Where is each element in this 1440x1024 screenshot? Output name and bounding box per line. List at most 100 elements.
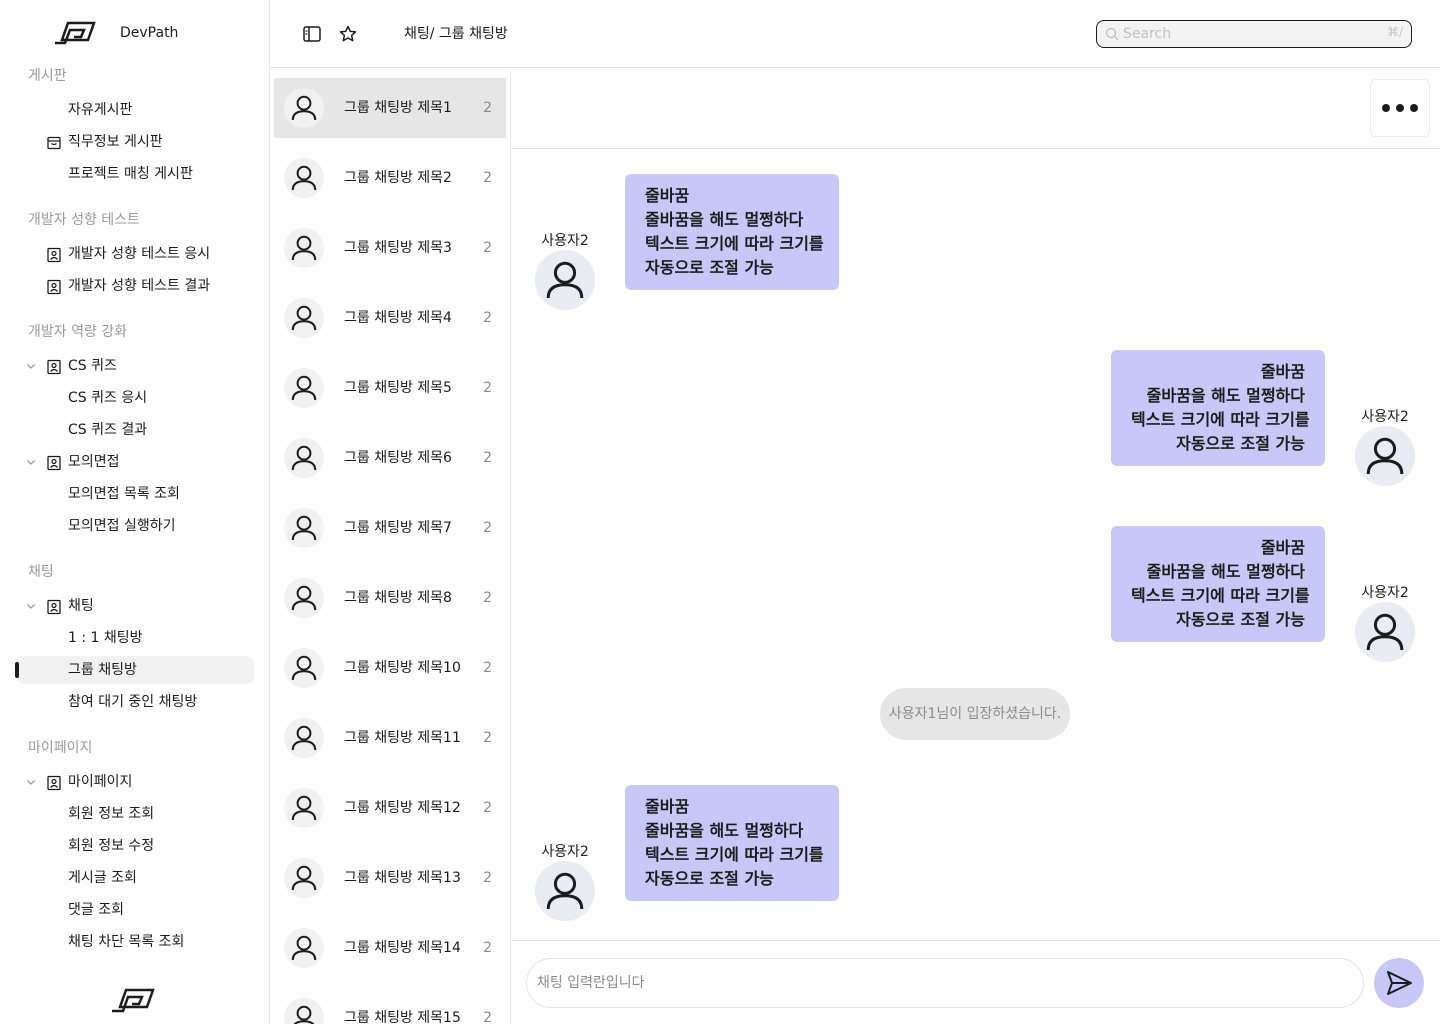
sidebar-item[interactable]: 게시글 조회 (0, 864, 269, 892)
avatar (284, 928, 324, 968)
sidebar-item[interactable]: 개발자 성향 테스트 응시 (0, 240, 269, 268)
avatar (1355, 602, 1415, 662)
avatar (535, 250, 595, 310)
breadcrumb: 채팅/ 그룹 채팅방 (404, 26, 508, 42)
user-icon (291, 375, 317, 401)
message-line: 텍스트 크기에 따라 크기를 (1131, 410, 1310, 429)
nav-section: 마이페이지 마이페이지 회원 정보 조회 회원 정보 수정 게시글 조회 댓글 조회 채팅 … (0, 736, 269, 956)
sidebar-item[interactable]: 1 : 1 채팅방 (0, 624, 269, 652)
sidebar-item-label: 게시글 조회 (68, 870, 137, 886)
avatar (284, 788, 324, 828)
sidebar-item[interactable]: 회원 정보 수정 (0, 832, 269, 860)
nav-section: 개발자 성향 테스트 개발자 성향 테스트 응시 개발자 성향 테스트 결과 (0, 208, 269, 300)
chat-room-name: 그룹 채팅방 제목10 (344, 660, 461, 676)
message-line: 자동으로 조절 가능 (1176, 434, 1305, 453)
sidebar-item-label: 회원 정보 수정 (68, 838, 155, 854)
chat-room-item[interactable]: 그룹 채팅방 제목14 2 (274, 918, 506, 978)
chat-room-item[interactable]: 그룹 채팅방 제목1 2 (274, 78, 506, 138)
chat-room-member-count: 2 (483, 660, 492, 676)
chat-room-item[interactable]: 그룹 채팅방 제목2 2 (274, 148, 506, 208)
chat-room-item[interactable]: 그룹 채팅방 제목5 2 (274, 358, 506, 418)
sidebar-item[interactable]: CS 퀴즈 결과 (0, 416, 269, 444)
message-line: 자동으로 조절 가능 (645, 258, 774, 277)
sidebar-item-label: 개발자 성향 테스트 결과 (68, 278, 211, 294)
chat-room-member-count: 2 (483, 310, 492, 326)
sidebar-item[interactable]: 채팅 (0, 592, 269, 620)
chat-room-name: 그룹 채팅방 제목12 (344, 800, 461, 816)
chat-room-item[interactable]: 그룹 채팅방 제목8 2 (274, 568, 506, 628)
chat-room-item[interactable]: 그룹 채팅방 제목3 2 (274, 218, 506, 278)
system-message: 사용자1님이 입장하셨습니다. (880, 688, 1070, 740)
sidebar-item[interactable]: CS 퀴즈 응시 (0, 384, 269, 412)
user-icon (291, 305, 317, 331)
chat-room-name: 그룹 채팅방 제목2 (344, 170, 452, 186)
badge-icon (47, 247, 61, 263)
chat-room-item[interactable]: 그룹 채팅방 제목12 2 (274, 778, 506, 838)
chat-room-item[interactable]: 그룹 채팅방 제목11 2 (274, 708, 506, 768)
chat-room-item[interactable]: 그룹 채팅방 제목6 2 (274, 428, 506, 488)
avatar (284, 578, 324, 618)
user-icon (1366, 437, 1404, 475)
search-box[interactable]: ⌘/ (1096, 20, 1412, 48)
sidebar-item[interactable]: 모의면접 (0, 448, 269, 476)
badge-icon (47, 359, 61, 375)
sidebar-item[interactable]: 채팅 차단 목록 조회 (0, 928, 269, 956)
more-options-button[interactable] (1370, 79, 1430, 137)
message-line: 자동으로 조절 가능 (1176, 610, 1305, 629)
chat-room-name: 그룹 채팅방 제목7 (344, 520, 452, 536)
chat-room-member-count: 2 (483, 100, 492, 116)
message-bubble: 줄바꿈 줄바꿈을 해도 멀쩡하다 텍스트 크기에 따라 크기를 자동으로 조절 가능 (625, 174, 839, 290)
chat-room-item[interactable]: 그룹 채팅방 제목4 2 (274, 288, 506, 348)
chat-room-name: 그룹 채팅방 제목5 (344, 380, 452, 396)
nav-section: 게시판 자유게시판 직무정보 게시판 프로젝트 매칭 게시판 (0, 64, 269, 188)
sidebar-item[interactable]: CS 퀴즈 (0, 352, 269, 380)
send-button[interactable] (1374, 958, 1424, 1008)
chat-room-name: 그룹 채팅방 제목6 (344, 450, 452, 466)
sidebar-item[interactable]: 그룹 채팅방 (15, 656, 254, 684)
chat-room-member-count: 2 (483, 240, 492, 256)
sidebar-item-label: 채팅 (68, 598, 94, 614)
avatar (284, 648, 324, 688)
sidebar-item[interactable]: 직무정보 게시판 (0, 128, 269, 156)
sidebar-item-label: 모의면접 (68, 454, 120, 470)
star-icon[interactable] (338, 24, 358, 44)
chat-room-name: 그룹 채팅방 제목4 (344, 310, 452, 326)
sidebar-toggle-icon[interactable] (302, 24, 322, 44)
sidebar-item[interactable]: 자유게시판 (0, 96, 269, 124)
sidebar-item[interactable]: 마이페이지 (0, 768, 269, 796)
chat-message-input[interactable] (526, 958, 1364, 1008)
chat-room-item[interactable]: 그룹 채팅방 제목15 2 (274, 988, 506, 1024)
user-icon (291, 865, 317, 891)
sidebar: DevPath 게시판 자유게시판 직무정보 게시판 프로젝트 매칭 게시판 개발자 성… (0, 0, 270, 1024)
sidebar-item[interactable]: 참여 대기 중인 채팅방 (0, 688, 269, 716)
user-icon (291, 655, 317, 681)
brand[interactable]: DevPath (54, 20, 178, 46)
avatar (284, 158, 324, 198)
chat-room-item[interactable]: 그룹 채팅방 제목7 2 (274, 498, 506, 558)
nav-section-title: 개발자 역량 강화 (28, 324, 128, 340)
sidebar-item-label: 직무정보 게시판 (68, 134, 163, 150)
chat-room-item[interactable]: 그룹 채팅방 제목13 2 (274, 848, 506, 908)
sidebar-item-label: CS 퀴즈 결과 (68, 422, 148, 438)
sidebar-item-label: 마이페이지 (68, 774, 133, 790)
sidebar-item[interactable]: 모의면접 실행하기 (0, 512, 269, 540)
message-sender-name: 사용자2 (1361, 585, 1409, 601)
sidebar-item[interactable]: 프로젝트 매칭 게시판 (0, 160, 269, 188)
chat-room-member-count: 2 (483, 800, 492, 816)
avatar (284, 438, 324, 478)
badge-icon (47, 279, 61, 295)
message-bubble: 줄바꿈 줄바꿈을 해도 멀쩡하다 텍스트 크기에 따라 크기를 자동으로 조절 가능 (625, 785, 839, 901)
sidebar-item-label: 댓글 조회 (68, 902, 124, 918)
sidebar-item[interactable]: 개발자 성향 테스트 결과 (0, 272, 269, 300)
inbox-icon (47, 136, 61, 150)
chat-room-name: 그룹 채팅방 제목1 (344, 100, 452, 116)
chevron-down-icon (27, 604, 35, 609)
search-input[interactable] (1123, 24, 1363, 44)
nav-section: 개발자 역량 강화 CS 퀴즈 CS 퀴즈 응시 CS 퀴즈 결과모의면접모의면접 목… (0, 320, 269, 540)
sidebar-nav: 게시판 자유게시판 직무정보 게시판 프로젝트 매칭 게시판 개발자 성향 테스트 개발자… (0, 64, 269, 976)
sidebar-item[interactable]: 모의면접 목록 조회 (0, 480, 269, 508)
sidebar-item[interactable]: 댓글 조회 (0, 896, 269, 924)
sidebar-item[interactable]: 회원 정보 조회 (0, 800, 269, 828)
user-icon (546, 261, 584, 299)
chat-room-item[interactable]: 그룹 채팅방 제목10 2 (274, 638, 506, 698)
